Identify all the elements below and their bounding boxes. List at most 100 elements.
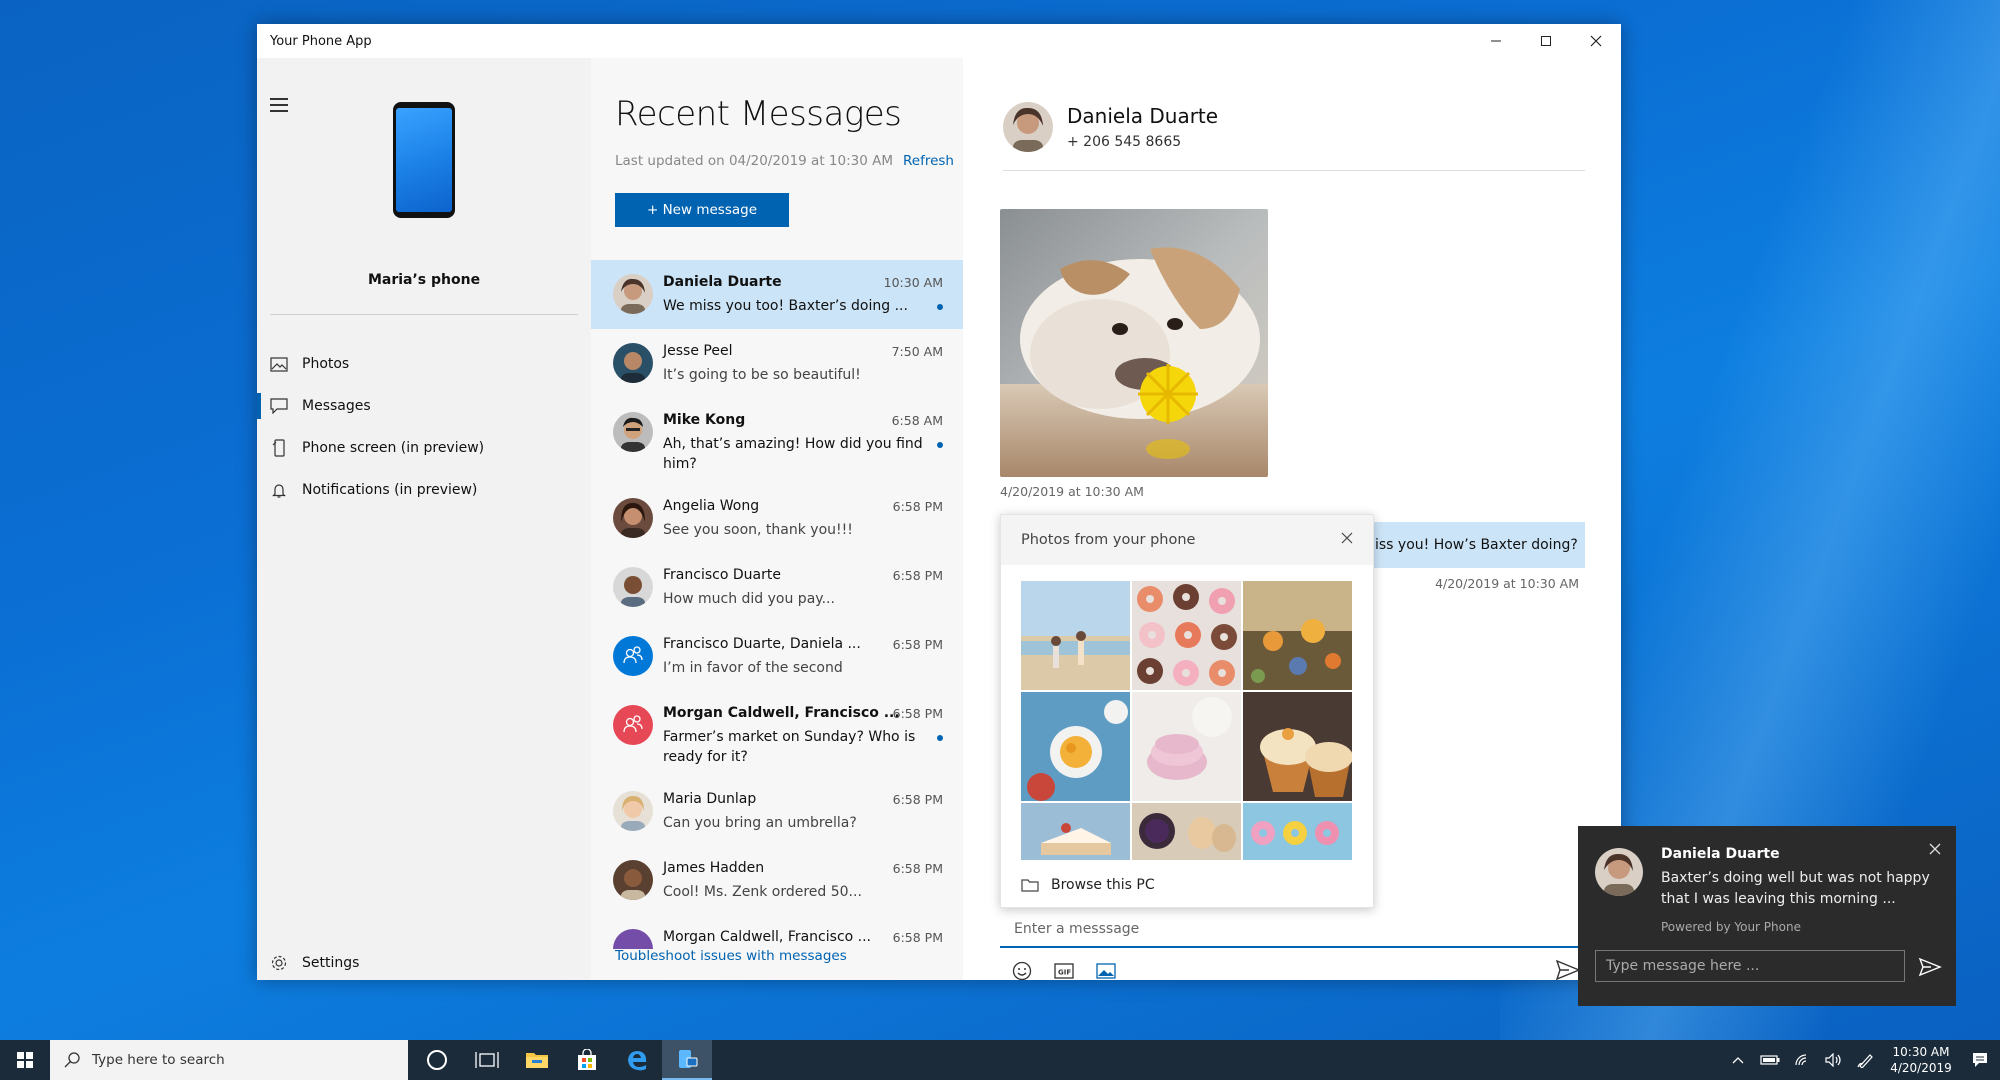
close-icon[interactable]	[1928, 842, 1942, 856]
conversation-preview: It’s going to be so beautiful!	[663, 367, 861, 383]
title-bar[interactable]: Your Phone App	[257, 24, 1621, 58]
toast-sender-name: Daniela Duarte	[1661, 846, 1780, 862]
contact-name: Daniela Duarte	[1067, 104, 1219, 128]
settings-label: Settings	[302, 955, 360, 971]
conversation-item[interactable]: Jesse Peel 7:50 AM It’s going to be so b…	[591, 329, 963, 398]
conversation-time: 6:58 PM	[892, 637, 943, 652]
photo-thumbnail[interactable]	[1132, 692, 1241, 801]
avatar	[613, 860, 653, 900]
clock-time: 10:30 AM	[1892, 1045, 1950, 1059]
toast-notification: Daniela Duarte Baxter’s doing well but w…	[1578, 826, 1956, 1006]
photo-grid	[1021, 581, 1353, 860]
close-icon	[1590, 35, 1602, 47]
conversation-item[interactable]: Morgan Caldwell, Francisco ... 6:58 PM F…	[591, 691, 963, 777]
task-view-icon	[475, 1052, 499, 1068]
battery-button[interactable]	[1754, 1040, 1786, 1080]
nav-item-phone-screen[interactable]: Phone screen (in preview)	[257, 427, 591, 469]
conversation-item[interactable]: James Hadden 6:58 PM Cool! Ms. Zenk orde…	[591, 846, 963, 915]
taskbar-search[interactable]: Type here to search	[50, 1040, 408, 1080]
conversation-preview: Cool! Ms. Zenk ordered 50...	[663, 884, 862, 900]
pen-button[interactable]	[1850, 1040, 1882, 1080]
minimize-icon	[1491, 40, 1501, 42]
minimize-button[interactable]	[1471, 24, 1521, 58]
messages-icon	[269, 398, 289, 414]
task-view-button[interactable]	[462, 1040, 512, 1080]
close-button[interactable]	[1571, 24, 1621, 58]
conversation-time: 6:58 PM	[892, 706, 943, 721]
your-phone-taskbar-button[interactable]	[662, 1040, 712, 1080]
store-button[interactable]	[562, 1040, 612, 1080]
nav-item-photos[interactable]: Photos	[257, 343, 591, 385]
nav-item-settings[interactable]: Settings	[257, 942, 591, 984]
sent-message-bubble: iss you! How’s Baxter doing?	[1363, 522, 1585, 568]
conversation-preview: Ah, that’s amazing! How did you find him…	[663, 436, 923, 472]
conversation-name: Mike Kong	[663, 412, 746, 428]
conversation-time: 6:58 PM	[892, 930, 943, 945]
group-avatar	[613, 929, 653, 949]
file-explorer-button[interactable]	[512, 1040, 562, 1080]
refresh-link[interactable]: Refresh	[903, 153, 954, 169]
conversation-item[interactable]: Maria Dunlap 6:58 PM Can you bring an um…	[591, 777, 963, 846]
left-nav: Maria’s phone Photos Messages Phone scre…	[257, 58, 591, 980]
maximize-button[interactable]	[1521, 24, 1571, 58]
nav-item-label: Notifications (in preview)	[302, 482, 478, 498]
nav-item-messages[interactable]: Messages	[257, 385, 591, 427]
window-title: Your Phone App	[270, 33, 372, 49]
photo-thumbnail[interactable]	[1243, 692, 1352, 801]
network-button[interactable]	[1786, 1040, 1818, 1080]
volume-button[interactable]	[1818, 1040, 1850, 1080]
conversation-time: 6:58 PM	[892, 792, 943, 807]
photos-picker-header: Photos from your phone	[1001, 515, 1373, 565]
windows-logo-icon	[17, 1052, 33, 1068]
nav-item-label: Messages	[302, 398, 371, 414]
unread-indicator	[937, 735, 943, 741]
toast-reply-input[interactable]: Type message here ...	[1595, 950, 1905, 982]
cortana-button[interactable]	[412, 1040, 462, 1080]
send-icon[interactable]	[1918, 956, 1942, 978]
conversation-item[interactable]: Mike Kong 6:58 AM Ah, that’s amazing! Ho…	[591, 398, 963, 484]
photo-thumbnail[interactable]	[1243, 803, 1352, 860]
sent-message-timestamp: 4/20/2019 at 10:30 AM	[1435, 576, 1579, 591]
your-phone-icon	[679, 1050, 698, 1068]
conversation-name: Daniela Duarte	[663, 274, 782, 290]
troubleshoot-link[interactable]: Toubleshoot issues with messages	[615, 948, 847, 964]
conversation-item[interactable]: Morgan Caldwell, Francisco ... 6:58 PM	[591, 915, 963, 949]
gif-icon: GIF	[1054, 963, 1074, 979]
phone-screen-icon	[269, 439, 289, 457]
photo-thumbnail[interactable]	[1021, 692, 1130, 801]
conversation-item[interactable]: Daniela Duarte 10:30 AM We miss you too!…	[591, 260, 963, 329]
unread-indicator	[937, 442, 943, 448]
photo-thumbnail[interactable]	[1243, 581, 1352, 690]
received-photo[interactable]	[1000, 209, 1268, 477]
photo-thumbnail[interactable]	[1021, 803, 1130, 860]
maximize-icon	[1541, 36, 1551, 46]
new-message-button[interactable]: + New message	[615, 193, 789, 227]
photo-thumbnail[interactable]	[1132, 803, 1241, 860]
gif-button[interactable]: GIF	[1053, 960, 1075, 982]
action-center-button[interactable]	[1960, 1040, 2000, 1080]
search-icon	[64, 1052, 80, 1068]
conversation-preview: Farmer’s market on Sunday? Who is ready …	[663, 729, 916, 765]
message-input[interactable]: Enter a messsage	[1000, 912, 1585, 948]
battery-icon	[1760, 1055, 1780, 1065]
close-icon[interactable]	[1339, 530, 1355, 546]
hamburger-menu-icon[interactable]	[270, 98, 288, 112]
emoji-button[interactable]	[1011, 960, 1033, 982]
conversation-item[interactable]: Francisco Duarte, Daniela ... 6:58 PM I’…	[591, 622, 963, 691]
browse-pc-link[interactable]: Browse this PC	[1021, 877, 1155, 893]
edge-button[interactable]	[612, 1040, 662, 1080]
avatar	[613, 791, 653, 831]
conversation-item[interactable]: Francisco Duarte 6:58 PM How much did yo…	[591, 553, 963, 622]
clock[interactable]: 10:30 AM 4/20/2019	[1882, 1044, 1960, 1076]
image-button[interactable]	[1095, 960, 1117, 982]
conversation-item[interactable]: Angelia Wong 6:58 PM See you soon, thank…	[591, 484, 963, 553]
group-icon	[623, 715, 643, 733]
show-hidden-icons-button[interactable]	[1722, 1040, 1754, 1080]
photo-timestamp: 4/20/2019 at 10:30 AM	[1000, 484, 1144, 499]
conversation-time: 6:58 PM	[892, 499, 943, 514]
photo-thumbnail[interactable]	[1021, 581, 1130, 690]
nav-item-notifications[interactable]: Notifications (in preview)	[257, 469, 591, 511]
photo-thumbnail[interactable]	[1132, 581, 1241, 690]
avatar	[613, 412, 653, 452]
start-button[interactable]	[0, 1040, 50, 1080]
